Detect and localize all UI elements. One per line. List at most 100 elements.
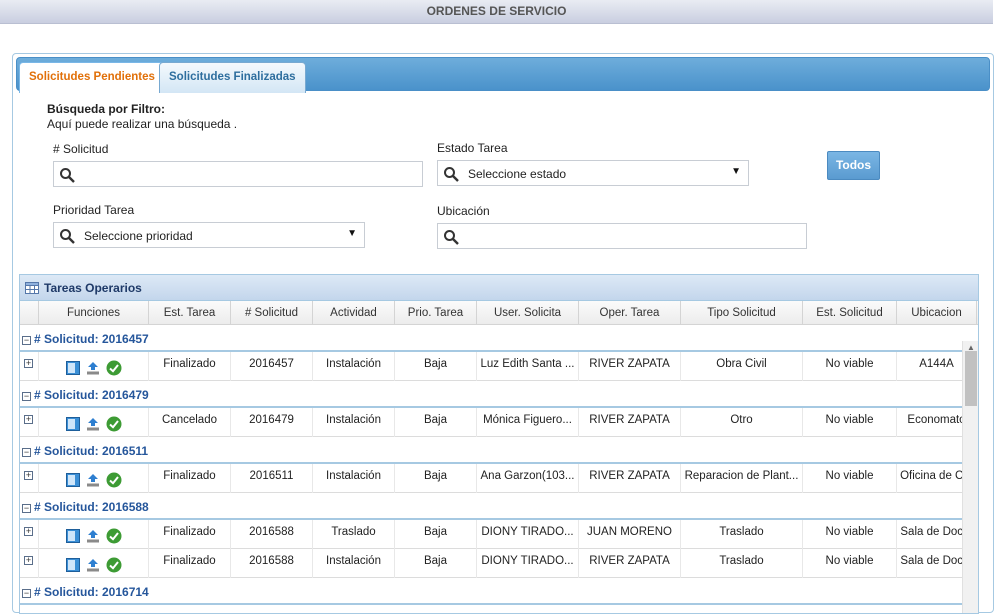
column-header[interactable]: Prio. Tarea: [395, 301, 477, 325]
table-cell: 2016457: [231, 352, 313, 381]
table-cell: Finalizado: [149, 464, 231, 493]
tab-bar: Solicitudes Pendientes Solicitudes Final…: [16, 57, 990, 93]
expand-icon[interactable]: +: [24, 556, 33, 565]
group-row[interactable]: − # Solicitud: 2016714: [20, 578, 978, 605]
column-header[interactable]: Funciones: [39, 301, 149, 325]
grid-title: Tareas Operarios: [20, 275, 978, 301]
check-icon[interactable]: [106, 528, 122, 547]
group-row[interactable]: − # Solicitud: 2016588: [20, 493, 978, 520]
edit-icon[interactable]: [65, 472, 80, 490]
table-row[interactable]: + Finalizado 2016588 Instalación Baja DIONY T…: [20, 549, 978, 578]
collapse-icon[interactable]: −: [22, 336, 31, 345]
ubicacion-input[interactable]: [437, 223, 807, 249]
column-header[interactable]: Oper. Tarea: [579, 301, 681, 325]
group-row[interactable]: − # Solicitud: 2016457: [20, 325, 978, 352]
row-functions: [39, 549, 149, 578]
table-cell: 2016588: [231, 520, 313, 549]
upload-icon[interactable]: [86, 529, 100, 546]
grid-scrollbar[interactable]: ▲: [962, 341, 978, 613]
estado-value: Seleccione estado: [468, 167, 567, 181]
row-expand[interactable]: +: [20, 464, 39, 493]
filter-subtitle: Aquí puede realizar una búsqueda .: [47, 117, 238, 131]
row-functions: [39, 408, 149, 437]
table-cell: No viable: [803, 549, 897, 578]
column-header[interactable]: Est. Tarea: [149, 301, 231, 325]
check-icon[interactable]: [106, 557, 122, 576]
table-cell: Cancelado: [149, 408, 231, 437]
column-header[interactable]: Ubicacion: [897, 301, 977, 325]
table-cell: Reparacion de Plant...: [681, 464, 803, 493]
table-cell: Finalizado: [149, 352, 231, 381]
ubicacion-label: Ubicación: [437, 204, 490, 218]
group-label: # Solicitud: 2016511: [34, 444, 149, 458]
check-icon[interactable]: [106, 416, 122, 435]
table-cell: Obra Civil: [681, 352, 803, 381]
row-expand[interactable]: +: [20, 549, 39, 578]
tabs-panel: Solicitudes Pendientes Solicitudes Final…: [12, 53, 994, 614]
upload-icon[interactable]: [86, 473, 100, 490]
table-cell: No viable: [803, 408, 897, 437]
expand-icon[interactable]: +: [24, 471, 33, 480]
collapse-icon[interactable]: −: [22, 392, 31, 401]
column-header[interactable]: # Solicitud: [231, 301, 313, 325]
edit-icon[interactable]: [65, 360, 80, 378]
table-row[interactable]: + Finalizado 2016457 Instalación Baja Luz Edi…: [20, 352, 978, 381]
table-cell: RIVER ZAPATA: [579, 464, 681, 493]
table-cell: Instalación: [313, 352, 395, 381]
column-header[interactable]: Actividad: [313, 301, 395, 325]
prioridad-select[interactable]: Seleccione prioridad ▼: [53, 222, 365, 248]
table-cell: Ana Garzon(103...: [477, 464, 579, 493]
group-row[interactable]: − # Solicitud: 2016479: [20, 381, 978, 408]
upload-icon[interactable]: [86, 417, 100, 434]
row-expand[interactable]: +: [20, 352, 39, 381]
prioridad-label: Prioridad Tarea: [53, 203, 135, 217]
check-icon[interactable]: [106, 360, 122, 379]
search-icon: [444, 230, 459, 245]
column-header[interactable]: User. Solicita: [477, 301, 579, 325]
upload-icon[interactable]: [86, 558, 100, 575]
check-icon[interactable]: [106, 472, 122, 491]
table-cell: Finalizado: [149, 549, 231, 578]
search-icon: [444, 167, 459, 182]
expand-icon[interactable]: +: [24, 359, 33, 368]
todos-button[interactable]: Todos: [827, 151, 880, 180]
table-cell: 2016511: [231, 464, 313, 493]
table-cell: Finalizado: [149, 520, 231, 549]
table-cell: Otro: [681, 408, 803, 437]
grid-header: Funciones Est. Tarea # Solicitud Actividad P…: [20, 301, 978, 325]
collapse-icon[interactable]: −: [22, 448, 31, 457]
column-header[interactable]: F: [977, 301, 978, 325]
group-label: # Solicitud: 2016479: [34, 388, 149, 402]
column-header[interactable]: Tipo Solicitud: [681, 301, 803, 325]
solicitud-label: # Solicitud: [53, 142, 109, 156]
row-expand[interactable]: +: [20, 520, 39, 549]
edit-icon[interactable]: [65, 557, 80, 575]
expand-icon[interactable]: +: [24, 415, 33, 424]
edit-icon[interactable]: [65, 528, 80, 546]
column-header[interactable]: Est. Solicitud: [803, 301, 897, 325]
collapse-icon[interactable]: −: [22, 589, 31, 598]
table-cell: No viable: [803, 352, 897, 381]
group-row[interactable]: − # Solicitud: 2016511: [20, 437, 978, 464]
row-functions: [39, 352, 149, 381]
scrollbar-thumb[interactable]: [965, 351, 977, 406]
table-row[interactable]: + Finalizado 2016588 Traslado Baja DIONY TIRA…: [20, 520, 978, 549]
table-cell: 2016479: [231, 408, 313, 437]
table-cell: Luz Edith Santa ...: [477, 352, 579, 381]
table-row[interactable]: + Cancelado 2016479 Instalación Baja Mónica F…: [20, 408, 978, 437]
row-functions: [39, 520, 149, 549]
estado-select[interactable]: Seleccione estado ▼: [437, 160, 749, 186]
row-expand[interactable]: +: [20, 408, 39, 437]
table-cell: Instalación: [313, 549, 395, 578]
table-cell: Mónica Figuero...: [477, 408, 579, 437]
group-label: # Solicitud: 2016588: [34, 500, 149, 514]
upload-icon[interactable]: [86, 361, 100, 378]
tab-solicitudes-pendientes[interactable]: Solicitudes Pendientes: [19, 62, 165, 93]
edit-icon[interactable]: [65, 416, 80, 434]
tab-solicitudes-finalizadas[interactable]: Solicitudes Finalizadas: [159, 62, 306, 93]
table-row[interactable]: + Finalizado 2016511 Instalación Baja Ana Gar…: [20, 464, 978, 493]
collapse-icon[interactable]: −: [22, 504, 31, 513]
solicitud-input[interactable]: [53, 161, 423, 187]
expand-icon[interactable]: +: [24, 527, 33, 536]
table-cell: Instalación: [313, 408, 395, 437]
